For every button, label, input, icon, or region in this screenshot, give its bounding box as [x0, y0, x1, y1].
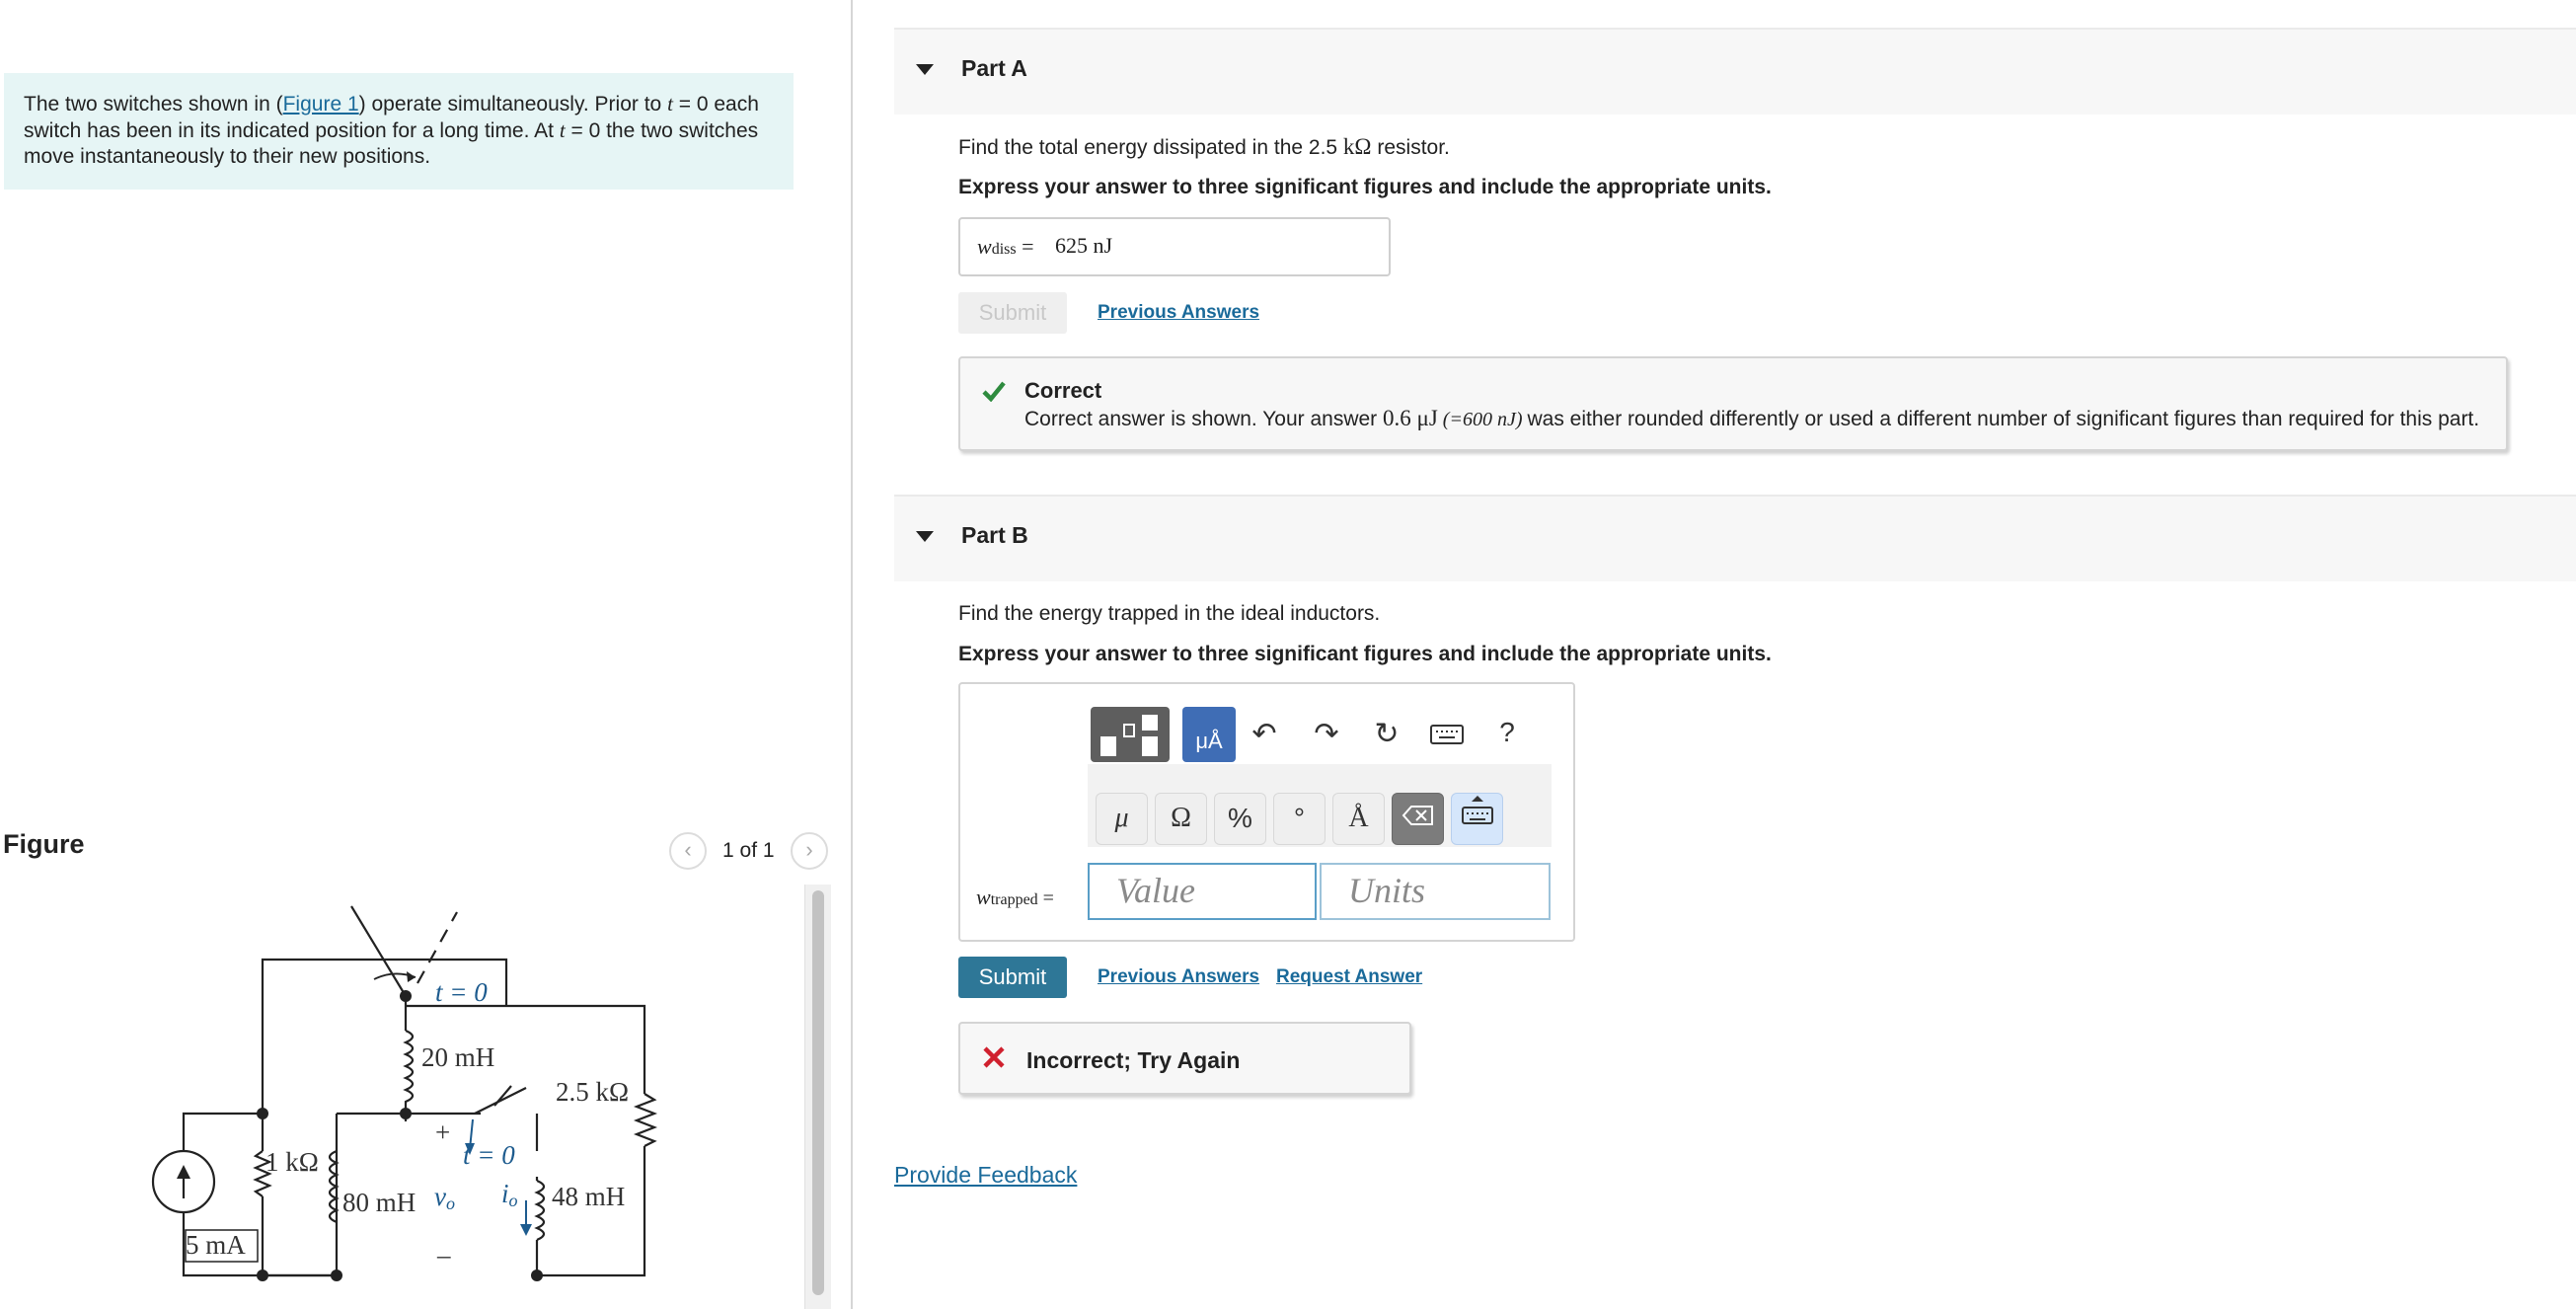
- problem-text: ) operate simultaneously. Prior to: [358, 93, 668, 116]
- label-20mh: 20 mH: [421, 1042, 494, 1072]
- part-a-instruction: Express your answer to three significant…: [958, 176, 1772, 198]
- help-button[interactable]: ?: [1487, 717, 1527, 748]
- reset-icon[interactable]: ↻: [1367, 717, 1406, 751]
- part-a-previous-answers-link[interactable]: Previous Answers: [1098, 302, 1259, 324]
- keyboard-toggle-icon: [1461, 796, 1493, 824]
- redo-icon[interactable]: ↷: [1307, 717, 1346, 751]
- request-answer-link[interactable]: Request Answer: [1276, 966, 1422, 988]
- templates-icon: [1100, 715, 1158, 756]
- label-plus: +: [435, 1117, 450, 1147]
- undo-icon[interactable]: ↶: [1245, 717, 1284, 751]
- part-b-feedback: Incorrect; Try Again: [958, 1022, 1411, 1095]
- ohm-symbol-button[interactable]: Ω: [1155, 793, 1207, 845]
- units-input[interactable]: Units: [1320, 863, 1551, 920]
- part-b-question: Find the energy trapped in the ideal ind…: [958, 602, 1381, 625]
- feedback-title: Incorrect; Try Again: [1026, 1047, 1241, 1073]
- angstrom-symbol-button[interactable]: Å: [1332, 793, 1385, 845]
- part-a-answer-field: wdiss = 625 nJ: [958, 217, 1391, 276]
- units-tab[interactable]: μÅ: [1182, 707, 1236, 762]
- variable-w-diss: wdiss =: [977, 234, 1034, 259]
- label-48mh: 48 mH: [552, 1182, 625, 1211]
- figure-scroll-thumb[interactable]: [812, 890, 824, 1295]
- label-io: io: [501, 1179, 518, 1210]
- backspace-button[interactable]: [1392, 793, 1444, 845]
- percent-symbol-button[interactable]: %: [1214, 793, 1266, 845]
- problem-text: move instantaneously to their new positi…: [24, 145, 431, 168]
- part-a-submit-button[interactable]: Submit: [958, 292, 1067, 334]
- part-a-title: Part A: [961, 55, 1027, 81]
- part-a-answer-value: 625 nJ: [1055, 233, 1113, 258]
- problem-statement: The two switches shown in (Figure 1) ope…: [4, 73, 794, 190]
- part-a-question: Find the total energy dissipated in the …: [958, 134, 1450, 159]
- part-b-submit-button[interactable]: Submit: [958, 957, 1067, 998]
- label-minus: –: [436, 1240, 451, 1270]
- circuit-diagram: t = 0 20 mH 2.5 kΩ + t = 0 1 kΩ 80 mH vo…: [151, 905, 658, 1281]
- math-toolbar: μÅ ↶ ↷ ↻ ? μ Ω % ° Å: [1088, 705, 1552, 847]
- part-b-answer-box: μÅ ↶ ↷ ↻ ? μ Ω % ° Å wtrapped = Value Un…: [958, 682, 1575, 942]
- problem-panel: The two switches shown in (Figure 1) ope…: [0, 0, 853, 1309]
- show-keyboard-button[interactable]: [1451, 793, 1503, 845]
- check-icon: [982, 381, 1006, 402]
- backspace-icon: [1402, 806, 1433, 825]
- problem-text: switch has been in its indicated positio…: [24, 119, 560, 142]
- mu-symbol-button[interactable]: μ: [1096, 793, 1148, 845]
- provide-feedback-link[interactable]: Provide Feedback: [894, 1162, 1077, 1189]
- feedback-title: Correct: [1024, 378, 1102, 403]
- degree-symbol-button[interactable]: °: [1273, 793, 1326, 845]
- caret-down-icon: [916, 64, 934, 75]
- x-icon: [983, 1046, 1005, 1068]
- problem-text: = 0 the two switches: [565, 119, 759, 142]
- part-a-feedback: Correct Correct answer is shown. Your an…: [958, 356, 2508, 451]
- value-input[interactable]: Value: [1088, 863, 1317, 920]
- label-1k: 1 kΩ: [265, 1147, 319, 1177]
- figure-scrollbar[interactable]: [804, 885, 831, 1309]
- figure-link[interactable]: Figure 1: [283, 93, 359, 116]
- variable-w-trapped: wtrapped =: [976, 885, 1054, 909]
- feedback-message: Correct answer is shown. Your answer 0.6…: [1024, 406, 2480, 430]
- label-t0-mid: t = 0: [463, 1140, 515, 1170]
- problem-text: The two switches shown in (: [24, 93, 283, 116]
- label-vo: vo: [434, 1182, 455, 1213]
- label-80mh: 80 mH: [342, 1188, 416, 1217]
- part-b-previous-answers-link[interactable]: Previous Answers: [1098, 966, 1259, 988]
- part-a-header[interactable]: Part A: [894, 28, 2576, 115]
- part-b-title: Part B: [961, 522, 1028, 548]
- figure-page-indicator: 1 of 1: [722, 839, 775, 862]
- label-2-5k: 2.5 kΩ: [556, 1077, 629, 1107]
- caret-down-icon: [916, 531, 934, 542]
- keyboard-icon[interactable]: [1427, 721, 1467, 754]
- label-5ma: 5 mA: [186, 1230, 246, 1260]
- part-b-header[interactable]: Part B: [894, 495, 2576, 581]
- part-b-instruction: Express your answer to three significant…: [958, 643, 1772, 665]
- templates-tab[interactable]: [1091, 707, 1170, 762]
- next-figure-button[interactable]: ›: [791, 832, 828, 870]
- chevron-right-icon: ›: [805, 837, 813, 862]
- label-t0-top: t = 0: [435, 977, 488, 1007]
- previous-figure-button[interactable]: ‹: [669, 832, 707, 870]
- figure-heading: Figure: [3, 829, 85, 859]
- chevron-left-icon: ‹: [684, 837, 692, 862]
- circuit-figure: t = 0 20 mH 2.5 kΩ + t = 0 1 kΩ 80 mH vo…: [3, 885, 800, 1309]
- problem-text: = 0 each: [672, 93, 759, 116]
